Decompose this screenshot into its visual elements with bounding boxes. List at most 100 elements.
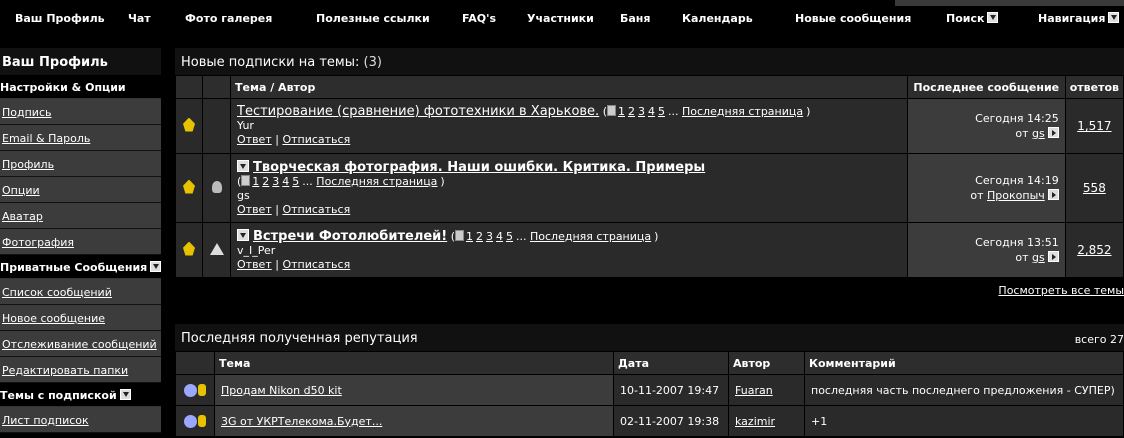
last-page-link[interactable]: Последняя страница — [682, 105, 803, 118]
last-post-user[interactable]: gs — [1032, 251, 1045, 264]
replies-count[interactable]: 1,517 — [1077, 119, 1111, 133]
unsubscribe-link[interactable]: Отписаться — [282, 133, 350, 146]
page-link[interactable]: 2 — [628, 105, 635, 118]
smiley-icon — [184, 414, 197, 428]
page-link[interactable]: 3 — [272, 175, 279, 188]
reply-link[interactable]: Ответ — [237, 203, 272, 216]
hot-topic-icon — [183, 179, 195, 194]
table-row: Встречи Фотолюбителей! (1 2 3 4 5... Последн… — [175, 222, 1124, 278]
sidebar-item-subscription-list[interactable]: Лист подписок — [0, 407, 161, 433]
go-to-last-post-icon[interactable] — [1047, 127, 1059, 138]
sidebar-item-email-password[interactable]: Email & Пароль — [0, 125, 161, 151]
replies-cell: 558 — [1064, 153, 1124, 223]
view-all-topics-link[interactable]: Посмотреть все темы — [998, 284, 1124, 297]
go-to-last-post-icon[interactable] — [1047, 251, 1059, 262]
sidebar-item-message-tracking[interactable]: Отслеживание сообщений — [0, 331, 161, 357]
topic-author: v_I_Per — [237, 243, 276, 257]
topic-link[interactable]: Тестирование (сравнение) фототехники в Х… — [237, 104, 599, 119]
nav-useful-links[interactable]: Полезные ссылки — [316, 12, 430, 25]
new-post-icon[interactable] — [237, 159, 249, 172]
sidebar-title: Ваш Профиль — [0, 48, 161, 75]
page-link[interactable]: 4 — [496, 230, 503, 243]
reputation-panel: Последняя полученная репутация всего 27 … — [175, 324, 1124, 437]
col-topic-author: Тема / Автор — [230, 75, 908, 99]
new-post-icon[interactable] — [237, 228, 249, 241]
nav-members[interactable]: Участники — [527, 12, 594, 25]
sidebar-item-signature[interactable]: Подпись — [0, 99, 161, 125]
col-last-post: Последнее сообщение — [906, 75, 1066, 99]
page-link[interactable]: 2 — [476, 230, 483, 243]
status-cell — [175, 222, 203, 278]
topic-author: Yur — [237, 119, 254, 132]
reputation-table: Тема Дата Автор Комментарий Продам Nikon… — [175, 351, 1124, 437]
sidebar-item-options[interactable]: Опции — [0, 177, 161, 203]
sidebar-item-label: Email & Пароль — [2, 132, 91, 145]
reply-link[interactable]: Ответ — [237, 133, 272, 146]
sidebar-item-label: Подпись — [2, 106, 52, 119]
sidebar-item-photo[interactable]: Фотография — [0, 229, 161, 255]
page-link[interactable]: 2 — [262, 175, 269, 188]
replies-count[interactable]: 2,852 — [1077, 243, 1111, 257]
lightbulb-icon — [211, 180, 222, 193]
page-link[interactable]: 1 — [466, 230, 473, 243]
nav-search[interactable]: Поиск — [946, 12, 999, 25]
col-replies: ответов — [1064, 75, 1124, 99]
page-link[interactable]: 4 — [648, 105, 655, 118]
multipage-icon — [606, 105, 616, 116]
reply-link[interactable]: Ответ — [237, 258, 272, 271]
sidebar-item-profile[interactable]: Профиль — [0, 151, 161, 177]
page-link[interactable]: 5 — [506, 230, 513, 243]
last-post-user[interactable]: gs — [1032, 127, 1045, 140]
go-to-last-post-icon[interactable] — [1047, 189, 1059, 200]
status-cell — [175, 153, 203, 223]
sidebar-item-new-message[interactable]: Новое сообщение — [0, 305, 161, 331]
sidebar-item-avatar[interactable]: Аватар — [0, 203, 161, 229]
page-links: (1 2 3 4 5... Последняя страница) — [602, 105, 811, 118]
unsubscribe-link[interactable]: Отписаться — [282, 203, 350, 216]
nav-faq[interactable]: FAQ's — [462, 12, 496, 25]
page-link[interactable]: 3 — [638, 105, 645, 118]
dropdown-arrow-icon — [1108, 12, 1120, 23]
reputation-topic-cell: Продам Nikon d50 kit — [214, 374, 614, 406]
reputation-title: Последняя полученная репутация — [181, 331, 418, 346]
col-author: Автор — [728, 351, 805, 375]
page-link[interactable]: 5 — [292, 175, 299, 188]
replies-count[interactable]: 558 — [1083, 181, 1106, 195]
last-post-cell: Сегодня 14:19 от Прокопыч — [906, 153, 1066, 223]
nav-calendar[interactable]: Календарь — [682, 12, 753, 25]
last-page-link[interactable]: Последняя страница — [316, 175, 437, 188]
page-link[interactable]: 4 — [282, 175, 289, 188]
nav-search-label: Поиск — [946, 12, 985, 25]
nav-chat[interactable]: Чат — [128, 12, 151, 25]
collapse-icon[interactable] — [150, 261, 162, 272]
last-post-time: Сегодня 14:19 — [975, 174, 1059, 187]
topic-link[interactable]: Встречи Фотолюбителей! — [253, 229, 447, 244]
sidebar-heading-private-messages[interactable]: Приватные Сообщения — [0, 255, 162, 279]
sidebar-item-message-list[interactable]: Список сообщений — [0, 279, 161, 305]
reputation-author-link[interactable]: kazimir — [735, 415, 775, 428]
nav-profile[interactable]: Ваш Профиль — [15, 12, 105, 25]
topic-link[interactable]: Творческая фотография. Наши ошибки. Крит… — [253, 160, 705, 175]
nav-new-posts[interactable]: Новые сообщения — [795, 12, 911, 25]
page-link[interactable]: 3 — [486, 230, 493, 243]
reputation-topic-link[interactable]: 3G от УКРТелекома.Будет... — [221, 415, 382, 428]
reputation-topic-link[interactable]: Продам Nikon d50 kit — [221, 384, 342, 397]
reputation-author-link[interactable]: Fuaran — [735, 384, 773, 397]
sidebar-item-label: Профиль — [2, 158, 55, 171]
page-link[interactable]: 5 — [658, 105, 665, 118]
reputation-total: всего 27 — [1074, 333, 1124, 346]
sidebar-item-label: Новое сообщение — [2, 312, 106, 325]
nav-photo-gallery[interactable]: Фото галерея — [185, 12, 272, 25]
nav-banya[interactable]: Баня — [620, 12, 650, 25]
unsubscribe-link[interactable]: Отписаться — [282, 258, 350, 271]
last-post-user[interactable]: Прокопыч — [987, 189, 1045, 202]
from-label: от — [1015, 251, 1029, 264]
nav-navigation-label: Навигация — [1038, 12, 1106, 25]
last-page-link[interactable]: Последняя страница — [530, 230, 651, 243]
nav-navigation[interactable]: Навигация — [1038, 12, 1120, 25]
sidebar-heading-subscriptions[interactable]: Темы с подпиской — [0, 383, 161, 407]
sidebar-item-edit-folders[interactable]: Редактировать папки — [0, 357, 161, 383]
collapse-icon[interactable] — [119, 389, 131, 400]
page-link[interactable]: 1 — [252, 175, 259, 188]
page-link[interactable]: 1 — [618, 105, 625, 118]
